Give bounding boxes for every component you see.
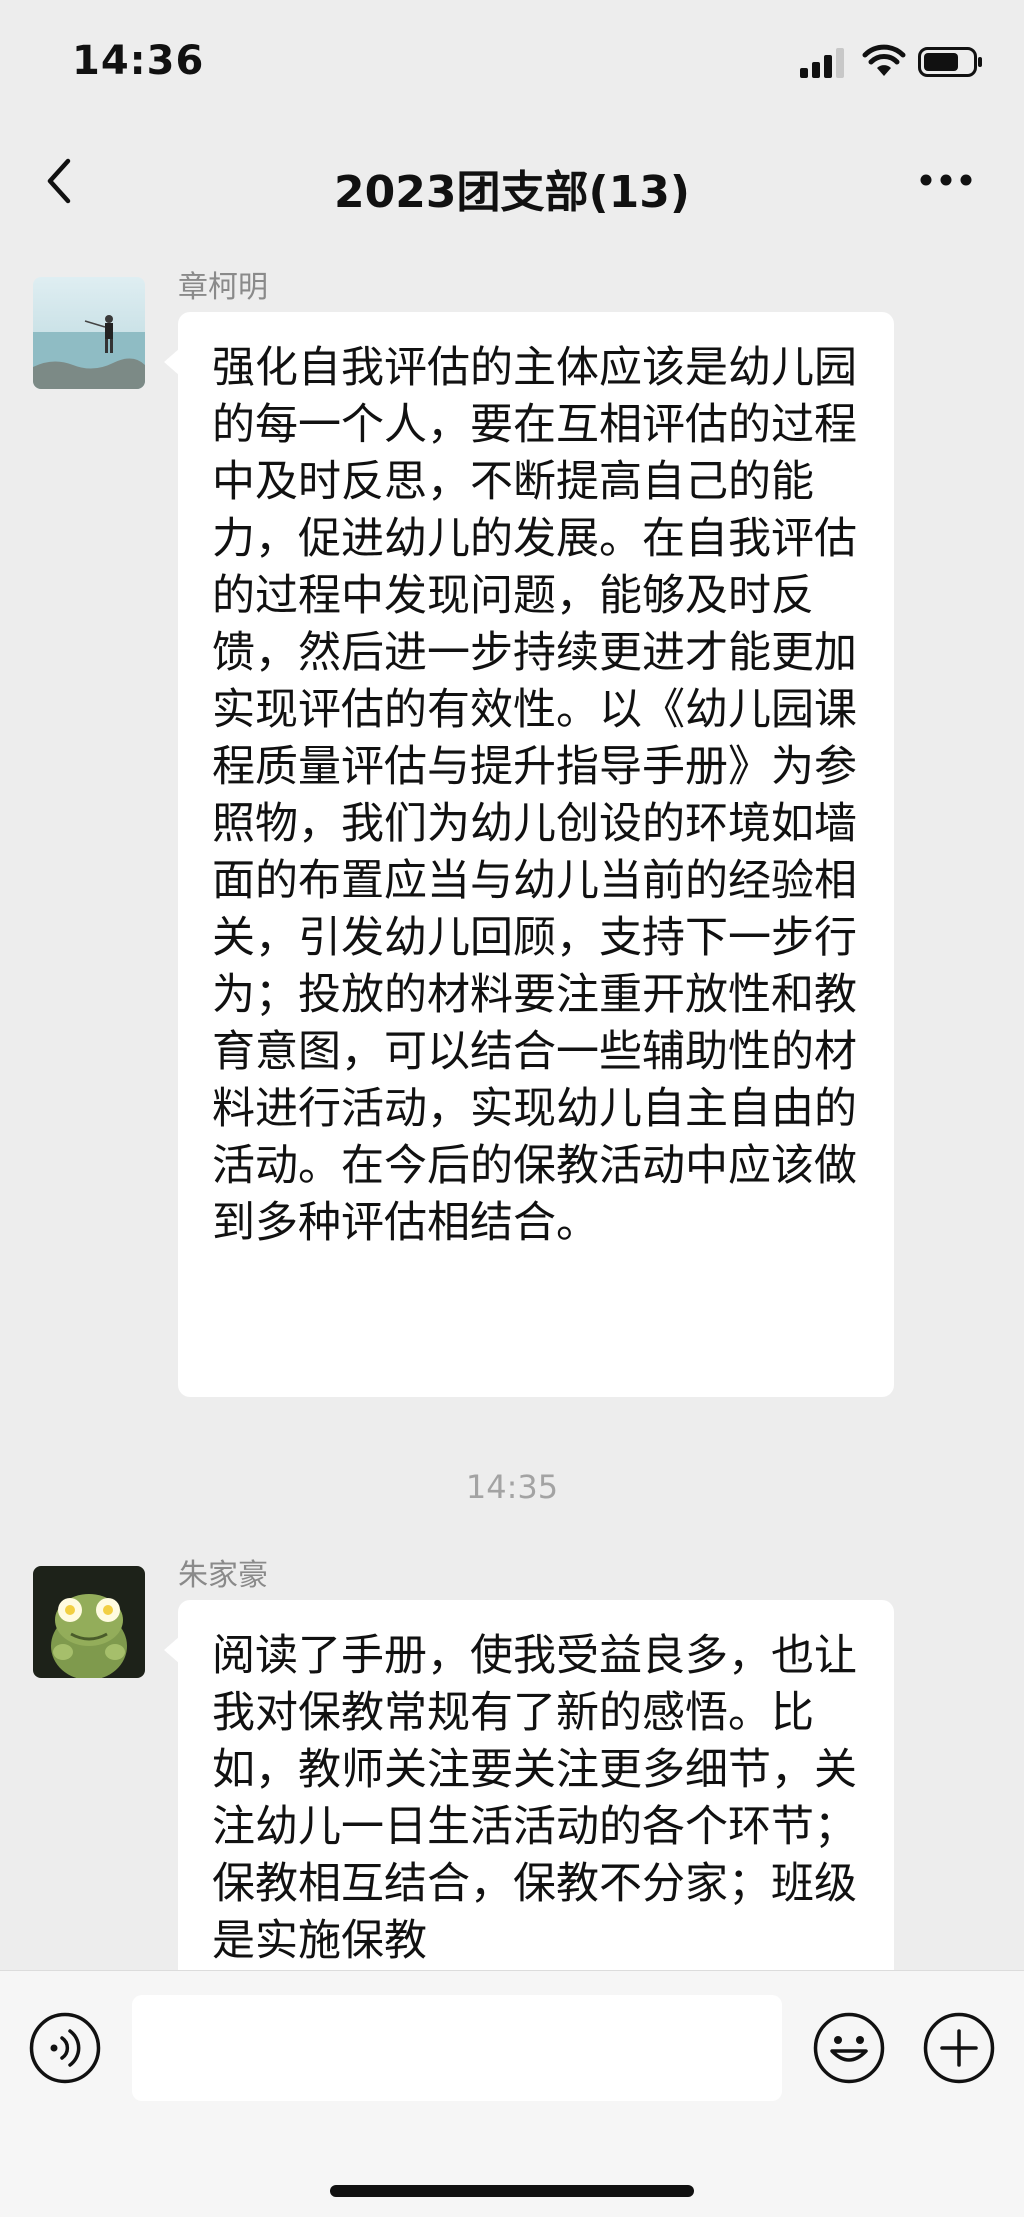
status-bar: 14:36 [0,0,1024,120]
voice-icon[interactable] [28,2011,102,2085]
message-bubble[interactable]: 强化自我评估的主体应该是幼儿园的每一个人，要在互相评估的过程中及时反思，不断提高… [164,312,894,1397]
sender-name: 朱家豪 [178,1558,268,1593]
avatar[interactable] [33,277,145,389]
chat-message-list[interactable]: 章柯明 强化自我评估的主体应该是幼儿园的每一个人，要在互相评估的过程中及时反思，… [0,240,1024,1970]
battery-icon [918,47,982,77]
sender-name: 章柯明 [178,270,268,305]
signal-icon [800,48,844,78]
chat-screen: 14:36 2023团支部(13) 章柯明 强化自我评估的主体应该是幼儿园的每一… [0,0,1024,2217]
avatar-image-frog [33,1566,145,1678]
status-time: 14:36 [72,38,205,84]
plus-icon[interactable] [922,2011,996,2085]
avatar[interactable] [33,1566,145,1678]
chat-title: 2023团支部(13) [334,167,690,218]
wifi-icon [862,44,906,76]
message-bubble[interactable]: 阅读了手册，使我受益良多，也让我对保教常规有了新的感悟。比如，教师关注要关注更多… [164,1600,894,1970]
emoji-icon[interactable] [812,2011,886,2085]
nav-bar: 2023团支部(13) [0,120,1024,240]
more-dots-icon[interactable] [918,172,974,188]
message-input[interactable] [132,1995,782,2101]
home-indicator [330,2185,694,2197]
input-bar [0,1970,1024,2217]
avatar-image-seaside [33,277,145,389]
message-timestamp: 14:35 [465,1468,559,1506]
